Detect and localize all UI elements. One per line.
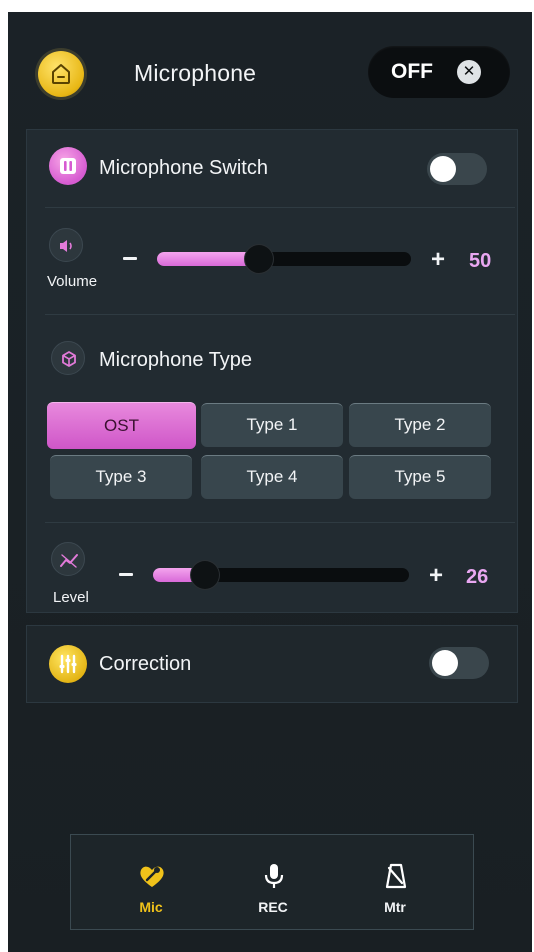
power-toggle[interactable]: OFF ✕ — [368, 46, 510, 98]
level-increase-button[interactable]: + — [429, 562, 443, 590]
toggle-knob — [432, 650, 458, 676]
toggle-knob — [430, 156, 456, 182]
level-icon — [51, 542, 85, 576]
nav-label-mtr: Mtr — [384, 899, 406, 915]
correction-label: Correction — [99, 653, 192, 675]
close-icon: ✕ — [457, 60, 481, 84]
power-toggle-label: OFF — [391, 60, 433, 83]
bottom-navigation: Mic REC Mtr — [70, 834, 474, 930]
nav-item-rec[interactable]: REC — [223, 835, 323, 931]
divider — [45, 314, 515, 315]
volume-value: 50 — [469, 250, 492, 272]
microphone-switch-icon — [49, 147, 87, 185]
app-screen: Microphone OFF ✕ Microphone Switch Volum… — [8, 12, 532, 952]
microphone-icon — [264, 864, 284, 888]
microphone-settings-panel: Microphone Switch Volume + 50 Microphone… — [26, 129, 518, 613]
header: Microphone OFF ✕ — [8, 12, 532, 124]
type-option-5[interactable]: Type 5 — [349, 455, 491, 499]
microphone-type-label: Microphone Type — [99, 349, 253, 371]
type-option-1[interactable]: Type 1 — [201, 403, 343, 447]
nav-label-rec: REC — [258, 899, 288, 915]
correction-row: Correction — [26, 625, 518, 703]
nav-item-mic[interactable]: Mic — [101, 835, 201, 931]
home-button[interactable] — [38, 51, 84, 97]
mic-heart-icon — [140, 866, 164, 887]
page-title: Microphone — [134, 60, 257, 86]
level-decrease-button[interactable] — [119, 573, 133, 576]
level-value: 26 — [466, 566, 489, 588]
level-slider[interactable] — [153, 561, 409, 589]
volume-slider[interactable] — [157, 245, 411, 273]
nav-item-mtr[interactable]: Mtr — [345, 835, 445, 931]
equalizer-icon — [49, 645, 87, 683]
volume-decrease-button[interactable] — [123, 257, 137, 260]
type-option-3[interactable]: Type 3 — [50, 455, 192, 499]
type-option-ost[interactable]: OST — [47, 402, 196, 449]
speaker-icon — [49, 228, 83, 262]
level-label: Level — [53, 589, 89, 606]
microphone-switch-label: Microphone Switch — [99, 157, 268, 179]
volume-slider-handle[interactable] — [245, 245, 273, 273]
metronome-icon — [385, 863, 407, 889]
level-slider-handle[interactable] — [191, 561, 219, 589]
volume-label: Volume — [47, 273, 98, 290]
microphone-switch-toggle[interactable] — [427, 153, 487, 185]
volume-increase-button[interactable]: + — [431, 246, 445, 274]
type-option-2[interactable]: Type 2 — [349, 403, 491, 447]
divider — [45, 522, 515, 523]
correction-toggle[interactable] — [429, 647, 489, 679]
cube-icon — [51, 341, 85, 375]
home-icon — [52, 64, 70, 84]
type-option-4[interactable]: Type 4 — [201, 455, 343, 499]
nav-label-mic: Mic — [139, 899, 163, 915]
divider — [45, 207, 515, 208]
